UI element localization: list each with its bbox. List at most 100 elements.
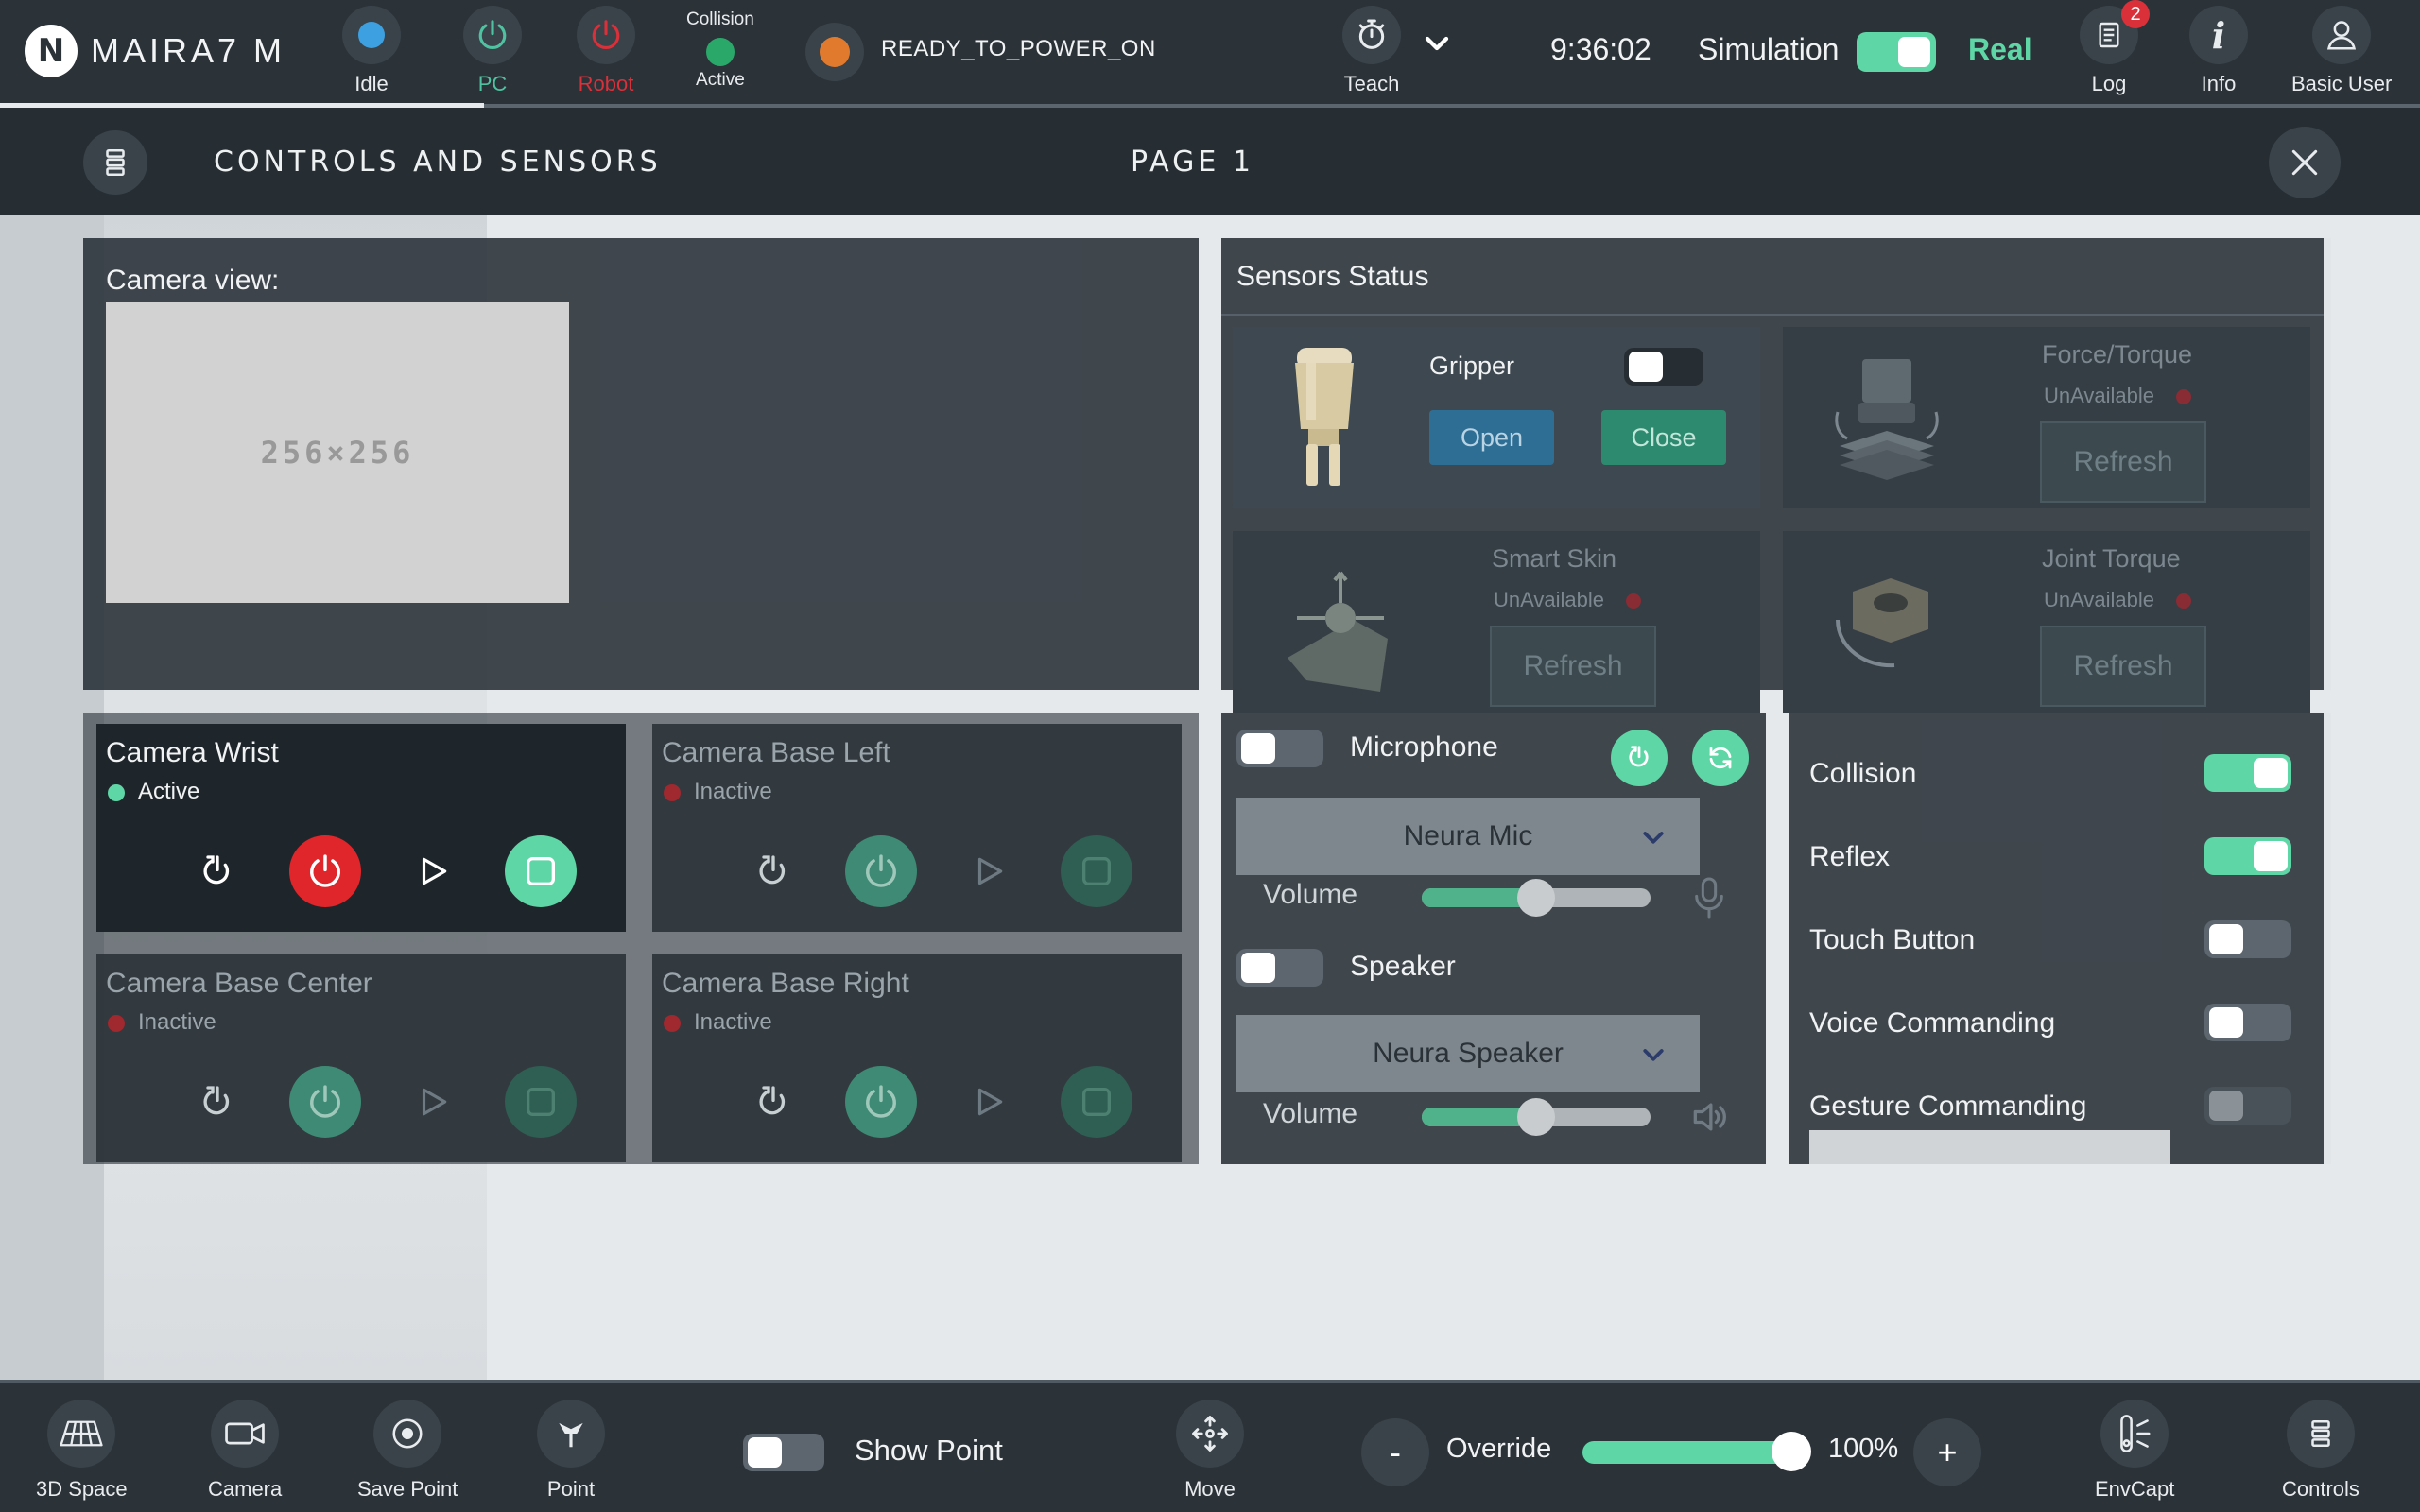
camera-restart-button[interactable] (737, 1066, 809, 1138)
camera-restart-button[interactable] (182, 835, 253, 907)
point-button[interactable]: Point (537, 1400, 605, 1502)
gripper-card: Gripper Open Close (1233, 327, 1760, 508)
idle-label: Idle (354, 72, 389, 95)
restart-icon (759, 855, 786, 885)
override-increase-button[interactable]: + (1913, 1418, 1981, 1486)
envcapt-label: EnvCapt (2095, 1477, 2175, 1501)
camera-power-button[interactable] (289, 1066, 361, 1138)
collision-state: Active (696, 70, 745, 90)
microphone-volume-label: Volume (1263, 879, 1358, 910)
camera-power-button[interactable] (289, 835, 361, 907)
collision-indicator-icon (705, 38, 735, 66)
move-button[interactable]: Move (1176, 1400, 1244, 1502)
teach-dropdown-chevron-icon[interactable] (1418, 25, 1456, 62)
toggle-label: Touch Button (1809, 924, 1976, 955)
info-button[interactable]: i Info (2189, 6, 2248, 96)
power-state-indicator (805, 23, 864, 81)
collision-status[interactable]: Collision Active (686, 9, 754, 91)
microphone-power-button[interactable] (1611, 730, 1668, 786)
gesture-commanding-toggle[interactable] (2204, 1087, 2291, 1125)
camera-play-button[interactable] (397, 1066, 469, 1138)
camera-power-button[interactable] (845, 1066, 917, 1138)
collision-title: Collision (686, 9, 754, 29)
smart-skin-status: UnAvailable (1494, 588, 1605, 611)
controls-button[interactable]: Controls (2282, 1400, 2360, 1502)
idle-indicator-icon (358, 22, 385, 48)
camera-stop-button[interactable] (505, 835, 577, 907)
sensors-scrollbar[interactable] (2324, 238, 2331, 690)
robot-power-button[interactable]: Robot (577, 6, 635, 96)
gripper-icon (1295, 348, 1354, 486)
slider-thumb[interactable] (1517, 1098, 1555, 1136)
reflex-toggle[interactable] (2204, 837, 2291, 875)
toggle-label: Gesture Commanding (1809, 1091, 2087, 1122)
panel-menu-button[interactable] (83, 130, 147, 195)
point-label: Point (546, 1477, 596, 1501)
stop-icon (527, 1088, 555, 1116)
voice-commanding-toggle[interactable] (2204, 1004, 2291, 1041)
stack-menu-icon (2311, 1419, 2330, 1448)
play-icon (422, 857, 447, 885)
power-icon (592, 20, 620, 49)
slider-thumb[interactable] (1517, 879, 1555, 917)
microphone-toggle[interactable] (1236, 730, 1323, 767)
refresh-icon (1709, 747, 1732, 769)
play-icon (977, 857, 1003, 885)
close-panel-button[interactable] (2269, 127, 2341, 198)
pc-power-button[interactable]: PC (463, 6, 522, 96)
gesture-settings-dropdown[interactable] (1809, 1130, 2170, 1164)
microphone-refresh-button[interactable] (1692, 730, 1749, 786)
camera-feed-image: 256×256 (106, 302, 569, 603)
camera-restart-button[interactable] (737, 835, 809, 907)
force-torque-status: UnAvailable (2044, 384, 2155, 407)
save-point-button[interactable]: Save Point (357, 1400, 458, 1502)
override-slider[interactable] (1582, 1441, 1792, 1464)
gripper-open-button[interactable]: Open (1429, 410, 1554, 465)
toggle-label: Reflex (1809, 841, 1891, 872)
toggle-label: Collision (1809, 758, 1917, 789)
camera-stop-button[interactable] (1061, 835, 1132, 907)
show-point-toggle[interactable] (743, 1434, 824, 1471)
camera-play-button[interactable] (397, 835, 469, 907)
speaker-volume-slider[interactable] (1422, 1098, 1651, 1136)
camera-button[interactable]: Camera (208, 1400, 282, 1502)
envcapt-button[interactable]: EnvCapt (2095, 1400, 2174, 1502)
teach-mode-button[interactable]: Teach (1342, 6, 1401, 96)
target-point-icon (392, 1418, 423, 1449)
microphone-device-select[interactable]: Neura Mic (1236, 798, 1700, 875)
camera-stop-button[interactable] (505, 1066, 577, 1138)
toggles-scrollbar[interactable] (2324, 713, 2331, 1164)
speaker-device-select[interactable]: Neura Speaker (1236, 1015, 1700, 1092)
simulation-real-toggle[interactable] (1857, 32, 1936, 72)
3d-space-button[interactable]: 3D Space (36, 1400, 128, 1502)
force-torque-card: Force/Torque UnAvailable Refresh (1783, 327, 2310, 508)
gripper-toggle[interactable] (1624, 348, 1703, 386)
camera-play-button[interactable] (953, 1066, 1025, 1138)
page-indicator: PAGE 1 (1131, 146, 1254, 179)
joint-torque-refresh-button[interactable]: Refresh (2040, 626, 2206, 707)
override-decrease-button[interactable]: - (1361, 1418, 1429, 1486)
touch-button-toggle[interactable] (2204, 920, 2291, 958)
collision-toggle[interactable] (2204, 754, 2291, 792)
move-label: Move (1184, 1477, 1236, 1501)
camera-play-button[interactable] (953, 835, 1025, 907)
joint-torque-status: UnAvailable (2044, 588, 2155, 611)
real-label: Real (1968, 32, 2032, 66)
gripper-close-button[interactable]: Close (1601, 410, 1726, 465)
camera-restart-button[interactable] (182, 1066, 253, 1138)
speaker-label: Speaker (1350, 951, 1456, 982)
idle-status-button[interactable]: Idle (342, 6, 401, 96)
sensors-status-panel: Sensors Status Gripper Open Close Force/… (1221, 238, 2331, 713)
power-icon (866, 854, 896, 887)
force-torque-refresh-button[interactable]: Refresh (2040, 421, 2206, 503)
microphone-volume-slider[interactable] (1422, 879, 1651, 917)
save-point-label: Save Point (357, 1477, 458, 1501)
info-label: Info (2201, 72, 2237, 95)
user-button[interactable]: Basic User (2291, 6, 2392, 96)
speaker-toggle[interactable] (1236, 949, 1323, 987)
camera-power-button[interactable] (845, 835, 917, 907)
camera-stop-button[interactable] (1061, 1066, 1132, 1138)
override-slider-thumb[interactable] (1772, 1432, 1811, 1471)
stopwatch-icon (1358, 19, 1385, 49)
smart-skin-refresh-button[interactable]: Refresh (1490, 626, 1656, 707)
